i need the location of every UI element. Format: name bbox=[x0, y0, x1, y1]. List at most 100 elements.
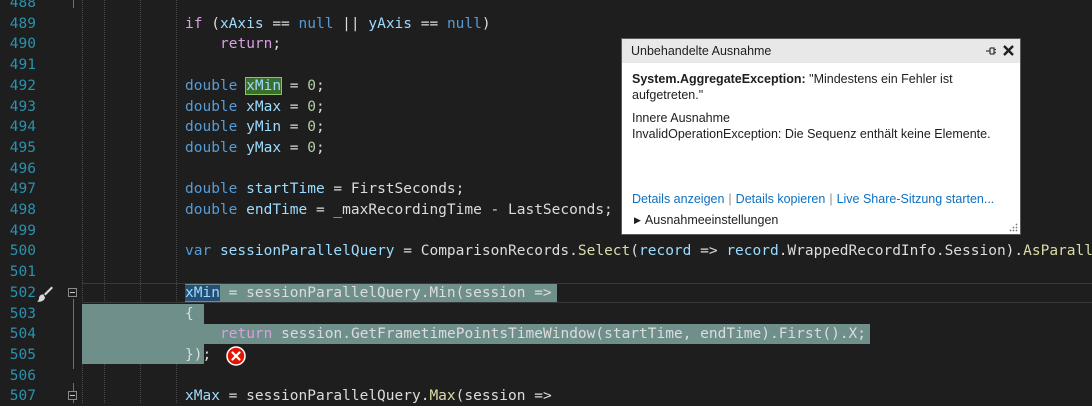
line-number: 501 bbox=[9, 264, 36, 281]
code-token: double bbox=[185, 98, 238, 115]
code-line[interactable]: 506 bbox=[0, 366, 1092, 386]
exception-details: System.AggregateException: "Mindestens e… bbox=[632, 71, 1010, 142]
code-token: 0 bbox=[307, 98, 316, 115]
code-text: xMin = sessionParallelQuery.Min(session … bbox=[185, 283, 552, 303]
live-share-link[interactable]: Live Share-Sitzung starten... bbox=[837, 192, 995, 206]
code-token: null bbox=[298, 15, 334, 32]
code-token: = _maxRecordingTime - LastSeconds; bbox=[307, 202, 613, 218]
code-line[interactable]: 488 bbox=[0, 0, 1092, 13]
code-token: = bbox=[281, 77, 308, 94]
code-token: .WrappedRecordInfo.Session). bbox=[778, 243, 1024, 260]
code-token: 0 bbox=[307, 77, 316, 94]
code-line[interactable]: 502 xMin = sessionParallelQuery.Min(sessi… bbox=[0, 283, 1092, 303]
code-text: return; bbox=[220, 34, 281, 54]
code-token: == bbox=[412, 15, 447, 32]
code-token: yAxis bbox=[368, 15, 413, 32]
link-separator: | bbox=[829, 192, 833, 206]
code-line[interactable]: 489 if (xAxis == null || yAxis == null) bbox=[0, 14, 1092, 34]
code-token: yMax bbox=[246, 139, 282, 156]
error-circle-icon[interactable] bbox=[226, 346, 246, 366]
code-line[interactable]: 500 var sessionParallelQuery = Comparison… bbox=[0, 241, 1092, 261]
popup-header: Unbehandelte Ausnahme bbox=[622, 39, 1020, 63]
code-token: xMin bbox=[245, 76, 283, 95]
code-text: double xMin = 0; bbox=[185, 76, 325, 96]
code-token: (session => bbox=[455, 388, 552, 405]
line-number: 494 bbox=[9, 119, 36, 136]
code-text: double xMax = 0; bbox=[185, 97, 325, 117]
code-token: Max bbox=[429, 388, 456, 405]
line-number: 498 bbox=[9, 202, 36, 218]
line-number: 502 bbox=[9, 284, 36, 301]
code-token: = bbox=[281, 139, 308, 156]
exception-settings-toggle[interactable]: ▶ Ausnahmeeinstellungen bbox=[634, 212, 778, 228]
expand-triangle-icon: ▶ bbox=[634, 215, 641, 225]
code-token: Select bbox=[577, 243, 631, 260]
code-token: yMin bbox=[246, 119, 282, 136]
line-number: 490 bbox=[9, 36, 36, 53]
inner-exception-heading: Innere Ausnahme bbox=[632, 111, 730, 125]
code-line[interactable]: 501 bbox=[0, 262, 1092, 282]
line-number: 504 bbox=[9, 326, 36, 343]
line-number: 496 bbox=[9, 160, 36, 177]
code-token: ; bbox=[315, 98, 325, 115]
line-number: 497 bbox=[9, 181, 36, 198]
popup-links: Details anzeigen | Details kopieren | Live S… bbox=[632, 191, 994, 207]
line-number: 493 bbox=[9, 98, 36, 115]
code-token: xMax bbox=[246, 98, 282, 115]
code-token: double bbox=[185, 77, 238, 94]
code-line[interactable]: 507 xMax = sessionParallelQuery.Max(sessi… bbox=[0, 386, 1092, 406]
code-token: xMin bbox=[185, 284, 220, 301]
code-token: if bbox=[185, 15, 203, 32]
code-text: return session.GetFrametimePointsTimeWin… bbox=[220, 324, 866, 344]
copy-details-link[interactable]: Details kopieren bbox=[736, 192, 826, 206]
close-icon[interactable] bbox=[1001, 43, 1016, 58]
code-token: = ComparisonRecords. bbox=[394, 243, 578, 260]
line-number: 488 bbox=[9, 0, 36, 11]
code-token: xMax bbox=[185, 388, 220, 405]
code-token: double bbox=[185, 119, 238, 136]
code-token: record bbox=[639, 243, 692, 260]
code-token: ) bbox=[481, 15, 491, 32]
code-text: }); bbox=[185, 345, 211, 365]
code-token: record bbox=[726, 243, 779, 260]
code-token: var bbox=[185, 243, 212, 260]
code-token: }); bbox=[185, 346, 212, 363]
code-token: = FirstSeconds; bbox=[324, 181, 465, 198]
code-token: ; bbox=[315, 119, 325, 136]
pin-icon[interactable] bbox=[984, 44, 998, 58]
code-text: { bbox=[185, 304, 194, 324]
code-token: startTime bbox=[246, 181, 325, 198]
show-details-link[interactable]: Details anzeigen bbox=[632, 192, 724, 206]
code-token: ; bbox=[272, 36, 282, 53]
code-token: null bbox=[446, 15, 482, 32]
paintbrush-icon[interactable] bbox=[36, 285, 54, 303]
code-token: 0 bbox=[307, 119, 316, 136]
line-number: 495 bbox=[9, 139, 36, 156]
code-text: if (xAxis == null || yAxis == null) bbox=[185, 14, 491, 34]
collapse-toggle[interactable] bbox=[68, 391, 77, 400]
line-number: 505 bbox=[9, 346, 36, 363]
code-line[interactable]: 504 return session.GetFrametimePointsTime… bbox=[0, 324, 1092, 344]
code-token: ; bbox=[315, 139, 325, 156]
resize-grip-icon[interactable] bbox=[1008, 222, 1018, 232]
code-text: double yMin = 0; bbox=[185, 117, 325, 137]
exception-popup: Unbehandelte Ausnahme System.AggregateEx… bbox=[621, 38, 1021, 235]
code-token: { bbox=[185, 305, 194, 322]
code-token: double bbox=[185, 139, 238, 156]
line-number: 507 bbox=[9, 388, 36, 405]
collapse-toggle[interactable] bbox=[68, 288, 77, 297]
code-token: == bbox=[263, 15, 299, 32]
exception-settings-label: Ausnahmeeinstellungen bbox=[644, 213, 779, 227]
code-line[interactable]: 505}); bbox=[0, 345, 1092, 365]
code-token: = sessionParallelQuery.Min(session => bbox=[219, 284, 552, 301]
line-number: 506 bbox=[9, 367, 36, 384]
code-line[interactable]: 503 { bbox=[0, 304, 1092, 324]
code-token: return bbox=[220, 326, 273, 343]
code-token: sessionParallelQuery bbox=[219, 243, 395, 260]
code-text: double yMax = 0; bbox=[185, 138, 325, 158]
